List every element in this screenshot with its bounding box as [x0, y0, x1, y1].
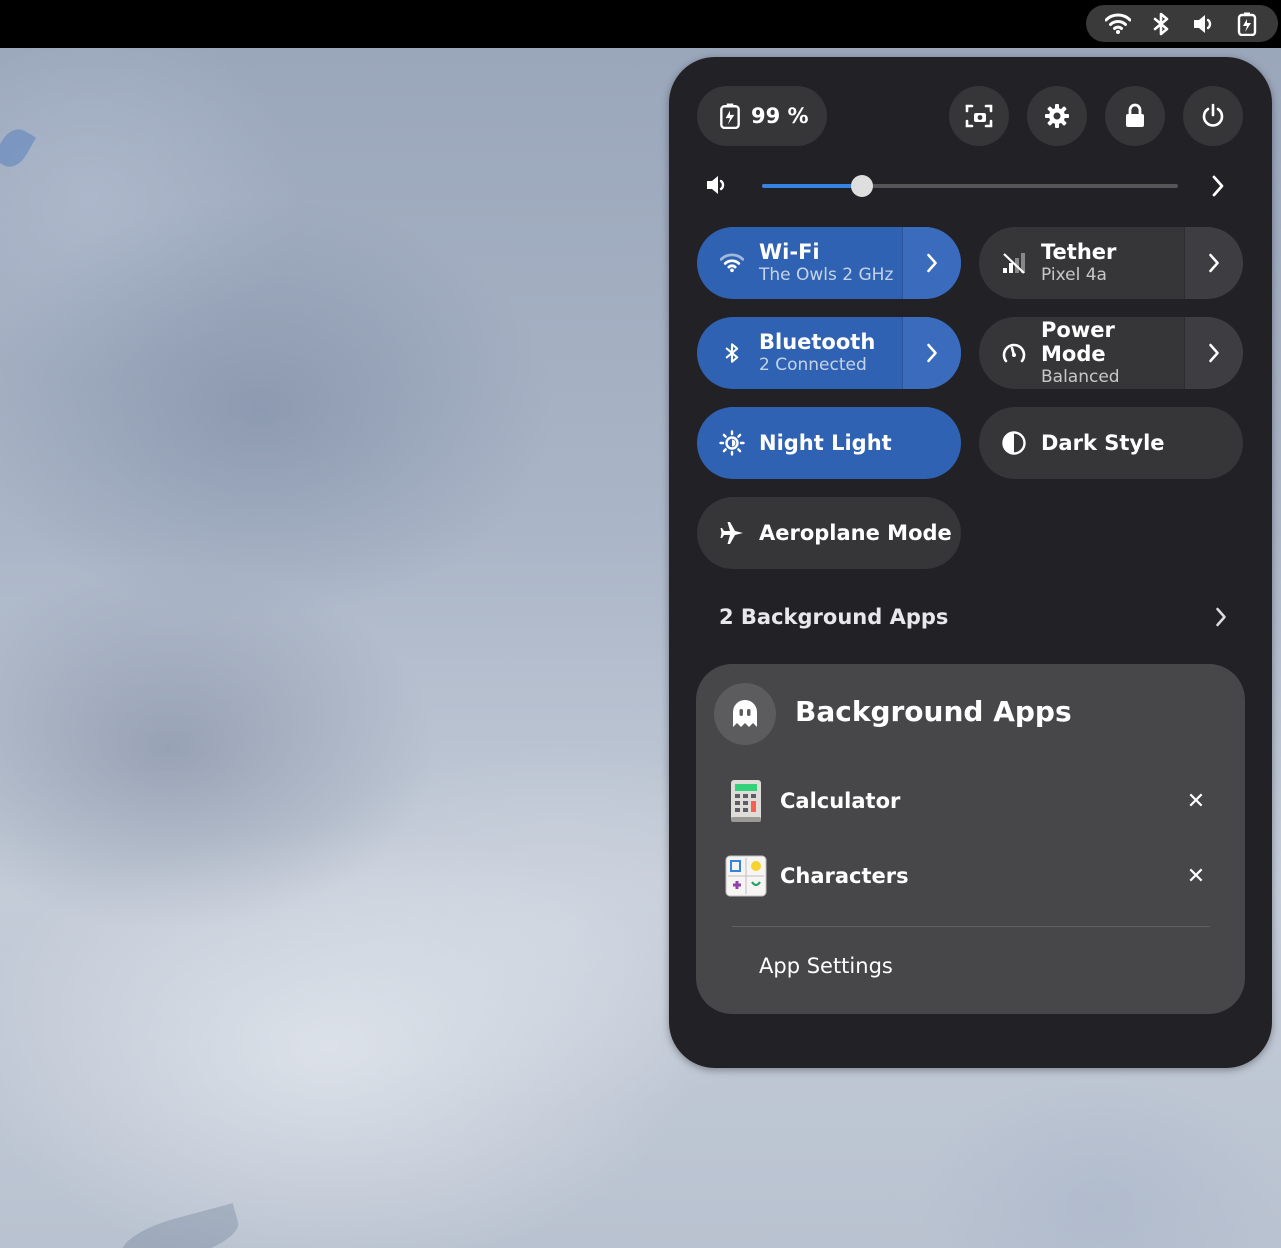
calculator-app-icon: [724, 779, 768, 823]
characters-app-icon: [724, 854, 768, 898]
volume-slider-handle[interactable]: [850, 175, 873, 197]
wifi-network-name: The Owls 2 GHz: [759, 265, 894, 285]
close-app-button[interactable]: ✕: [1178, 858, 1214, 894]
dark-style-toggle-main[interactable]: Dark Style: [979, 407, 1243, 479]
background-apps-row[interactable]: 2 Background Apps: [719, 597, 1229, 637]
chevron-right-icon: [1213, 605, 1229, 629]
power-mode-menu-button[interactable]: [1184, 317, 1243, 389]
chevron-right-icon: [1206, 251, 1222, 275]
tether-device-name: Pixel 4a: [1041, 265, 1107, 285]
app-settings-button[interactable]: App Settings: [759, 954, 893, 978]
quick-settings-panel: 99 % Wi-Fi The Owls 2 GHz Tether Pixel 4…: [669, 57, 1272, 1068]
volume-expand-button[interactable]: [1209, 173, 1227, 199]
aeroplane-mode-toggle[interactable]: Aeroplane Mode: [697, 497, 961, 569]
tether-toggle-main[interactable]: Tether Pixel 4a: [979, 227, 1184, 299]
wifi-icon: [719, 250, 745, 276]
tether-title: Tether: [1041, 240, 1117, 264]
bluetooth-menu-button[interactable]: [902, 317, 961, 389]
aeroplane-mode-title: Aeroplane Mode: [759, 521, 952, 545]
background-app-item-characters[interactable]: Characters ✕: [724, 850, 1214, 902]
volume-row: [703, 169, 1248, 203]
screenshot-icon: [965, 103, 993, 129]
dark-style-title: Dark Style: [1041, 431, 1165, 455]
app-name: Calculator: [780, 789, 901, 813]
battery-icon: [1234, 11, 1260, 37]
power-icon: [1200, 103, 1226, 129]
airplane-icon: [719, 520, 745, 546]
menu-separator: [732, 926, 1210, 927]
bluetooth-status: 2 Connected: [759, 355, 867, 375]
bluetooth-title: Bluetooth: [759, 330, 876, 354]
power-mode-toggle-main[interactable]: Power Mode Balanced: [979, 317, 1184, 389]
volume-icon: [705, 174, 729, 196]
close-app-button[interactable]: ✕: [1178, 783, 1214, 819]
volume-slider-fill: [762, 184, 862, 188]
wifi-toggle[interactable]: Wi-Fi The Owls 2 GHz: [697, 227, 961, 299]
battery-icon: [719, 103, 741, 129]
wifi-toggle-main[interactable]: Wi-Fi The Owls 2 GHz: [697, 227, 902, 299]
night-light-title: Night Light: [759, 431, 892, 455]
ghost-icon: [728, 697, 762, 731]
wifi-menu-button[interactable]: [902, 227, 961, 299]
screenshot-button[interactable]: [949, 86, 1009, 146]
tether-menu-button[interactable]: [1184, 227, 1243, 299]
chevron-right-icon: [924, 251, 940, 275]
chevron-right-icon: [924, 341, 940, 365]
background-apps-header-icon: [714, 683, 776, 745]
bluetooth-toggle[interactable]: Bluetooth 2 Connected: [697, 317, 961, 389]
volume-icon: [1191, 11, 1217, 37]
cellular-signal-icon: [1001, 250, 1027, 276]
power-mode-title: Power Mode: [1041, 318, 1115, 366]
wifi-icon: [1104, 11, 1131, 37]
power-mode-status: Balanced: [1041, 367, 1120, 387]
wallpaper-leaf: [116, 1203, 244, 1248]
lock-screen-button[interactable]: [1105, 86, 1165, 146]
power-button[interactable]: [1183, 86, 1243, 146]
night-light-toggle-main[interactable]: Night Light: [697, 407, 961, 479]
bluetooth-toggle-main[interactable]: Bluetooth 2 Connected: [697, 317, 902, 389]
power-mode-toggle[interactable]: Power Mode Balanced: [979, 317, 1243, 389]
background-apps-label: 2 Background Apps: [719, 605, 949, 629]
wifi-title: Wi-Fi: [759, 240, 820, 264]
bluetooth-icon: [719, 340, 745, 366]
night-light-toggle[interactable]: Night Light: [697, 407, 961, 479]
lock-icon: [1124, 103, 1146, 129]
background-app-item-calculator[interactable]: Calculator ✕: [724, 775, 1214, 827]
battery-status-button[interactable]: 99 %: [697, 86, 827, 146]
system-status-menu[interactable]: [1086, 5, 1278, 42]
app-name: Characters: [780, 864, 909, 888]
background-apps-menu: Background Apps Calculator ✕ Characters …: [696, 664, 1245, 1014]
battery-percentage: 99 %: [751, 104, 809, 128]
gear-icon: [1044, 103, 1070, 129]
speedometer-icon: [1001, 340, 1027, 366]
background-apps-title: Background Apps: [795, 695, 1072, 728]
tether-toggle[interactable]: Tether Pixel 4a: [979, 227, 1243, 299]
volume-slider[interactable]: [762, 175, 1178, 197]
wallpaper-leaf: [0, 123, 37, 173]
chevron-right-icon: [1206, 341, 1222, 365]
dark-style-toggle[interactable]: Dark Style: [979, 407, 1243, 479]
settings-button[interactable]: [1027, 86, 1087, 146]
bluetooth-icon: [1148, 11, 1174, 37]
top-bar: [0, 0, 1281, 48]
aeroplane-mode-toggle-main[interactable]: Aeroplane Mode: [697, 497, 961, 569]
dark-style-icon: [1001, 430, 1027, 456]
night-light-icon: [719, 430, 745, 456]
